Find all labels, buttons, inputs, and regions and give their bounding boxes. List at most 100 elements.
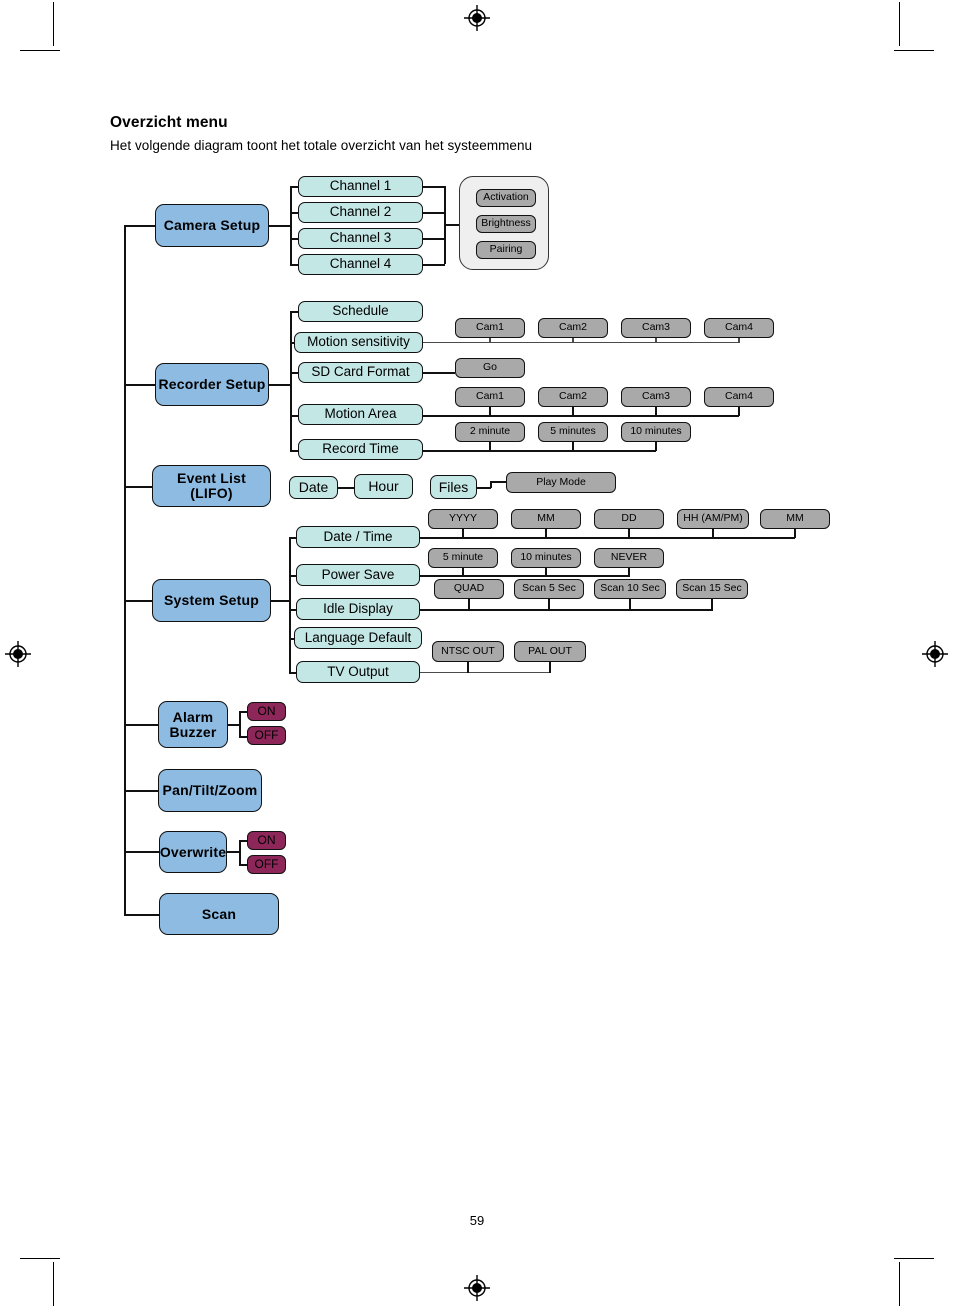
node-datetime-dd[interactable]: DD — [594, 509, 664, 529]
node-tv-ntsc[interactable]: NTSC OUT — [432, 641, 504, 662]
sd-card-format-out — [423, 372, 455, 374]
node-sd-card-go[interactable]: Go — [455, 358, 525, 378]
crop-mark-top-right-v — [899, 2, 901, 46]
node-tv-pal[interactable]: PAL OUT — [514, 641, 586, 662]
node-event-files[interactable]: Files — [430, 475, 477, 499]
crop-mark-bottom-left-v — [53, 1262, 55, 1306]
spine-to-system-setup — [124, 600, 152, 602]
node-datetime-mm[interactable]: MM — [511, 509, 581, 529]
datetime-drop-1 — [462, 529, 464, 538]
node-overwrite-off[interactable]: OFF — [247, 855, 286, 874]
node-play-mode[interactable]: Play Mode — [506, 472, 616, 493]
page-canvas: Overzicht menu Het volgende diagram toon… — [0, 0, 954, 1310]
node-powersave-10min[interactable]: 10 minutes — [511, 548, 581, 568]
node-motion-area-cam3[interactable]: Cam3 — [621, 387, 691, 407]
node-date-time[interactable]: Date / Time — [296, 526, 420, 548]
page-title: Overzicht menu — [110, 114, 228, 131]
spine-to-overwrite — [124, 851, 159, 853]
node-tv-output[interactable]: TV Output — [296, 661, 420, 683]
record-time-drop-1 — [489, 442, 491, 451]
node-event-hour[interactable]: Hour — [354, 474, 413, 499]
node-record-time-5min[interactable]: 5 minutes — [538, 422, 608, 442]
files-to-playmode-b — [490, 481, 507, 483]
motion-area-drop-4 — [738, 407, 740, 416]
node-motion-area-cam2[interactable]: Cam2 — [538, 387, 608, 407]
node-powersave-never[interactable]: NEVER — [594, 548, 664, 568]
record-time-drop-3 — [655, 442, 657, 451]
motion-area-drop-2 — [572, 407, 574, 416]
node-datetime-hh[interactable]: HH (AM/PM) — [677, 509, 749, 529]
node-recorder-setup[interactable]: Recorder Setup — [155, 363, 269, 406]
node-sd-card-format[interactable]: SD Card Format — [298, 362, 423, 383]
powersave-drop-2 — [545, 568, 547, 576]
system-bus — [289, 537, 291, 673]
registration-mark-right — [922, 641, 948, 667]
tv-drop-2 — [549, 662, 551, 673]
node-alarm-buzzer[interactable]: Alarm Buzzer — [158, 701, 228, 748]
node-language-default[interactable]: Language Default — [294, 627, 422, 649]
channel-4-out — [423, 264, 445, 266]
node-channel-1[interactable]: Channel 1 — [298, 176, 423, 197]
page-number: 59 — [469, 1213, 485, 1228]
registration-mark-bottom — [464, 1275, 490, 1301]
node-motion-sens-cam3[interactable]: Cam3 — [621, 318, 691, 338]
camera-setup-out — [269, 225, 291, 227]
node-activation[interactable]: Activation — [476, 189, 536, 207]
channel-2-out — [423, 212, 445, 214]
node-power-save[interactable]: Power Save — [296, 564, 420, 586]
idle-drop-2 — [548, 599, 550, 610]
node-idle-scan10[interactable]: Scan 10 Sec — [594, 579, 666, 599]
files-to-playmode-a — [477, 487, 491, 489]
node-schedule[interactable]: Schedule — [298, 301, 423, 322]
spine-to-event-list — [124, 486, 152, 488]
node-event-list[interactable]: Event List (LIFO) — [152, 465, 271, 507]
node-channel-4[interactable]: Channel 4 — [298, 254, 423, 275]
node-channel-2[interactable]: Channel 2 — [298, 202, 423, 223]
node-alarm-on[interactable]: ON — [247, 702, 286, 721]
node-channel-3[interactable]: Channel 3 — [298, 228, 423, 249]
node-scan[interactable]: Scan — [159, 893, 279, 935]
node-record-time[interactable]: Record Time — [298, 439, 423, 460]
recorder-bus — [290, 311, 292, 450]
node-idle-display[interactable]: Idle Display — [296, 598, 420, 620]
node-system-setup[interactable]: System Setup — [152, 579, 271, 622]
node-overwrite[interactable]: Overwrite — [159, 831, 227, 873]
node-record-time-10min[interactable]: 10 minutes — [621, 422, 691, 442]
datetime-drop-5 — [794, 529, 796, 538]
tv-output-bus — [420, 672, 551, 674]
node-event-date[interactable]: Date — [289, 476, 338, 499]
node-idle-quad[interactable]: QUAD — [434, 579, 504, 599]
idle-drop-4 — [711, 599, 713, 610]
node-motion-sens-cam4[interactable]: Cam4 — [704, 318, 774, 338]
node-datetime-mm2[interactable]: MM — [760, 509, 830, 529]
datetime-drop-4 — [712, 529, 714, 538]
crop-mark-bottom-left-h — [20, 1258, 60, 1260]
spine-to-pan-tilt-zoom — [124, 790, 158, 792]
motion-sens-bus — [423, 342, 739, 344]
node-idle-scan5[interactable]: Scan 5 Sec — [514, 579, 584, 599]
node-pan-tilt-zoom[interactable]: Pan/Tilt/Zoom — [158, 769, 262, 812]
record-time-drop-2 — [572, 442, 574, 451]
node-motion-area-cam1[interactable]: Cam1 — [455, 387, 525, 407]
spine-to-camera-setup — [124, 225, 155, 227]
node-motion-area-cam4[interactable]: Cam4 — [704, 387, 774, 407]
node-record-time-2min[interactable]: 2 minute — [455, 422, 525, 442]
powersave-drop-1 — [462, 568, 464, 576]
alarm-buzzer-bus — [239, 711, 241, 737]
node-pairing[interactable]: Pairing — [476, 241, 536, 259]
node-idle-scan15[interactable]: Scan 15 Sec — [676, 579, 748, 599]
node-motion-sensitivity[interactable]: Motion sensitivity — [294, 332, 423, 353]
crop-mark-top-left-h — [20, 50, 60, 52]
node-motion-area[interactable]: Motion Area — [298, 404, 423, 425]
motion-sens-drop-3 — [655, 338, 657, 343]
registration-mark-top — [464, 5, 490, 31]
node-camera-setup[interactable]: Camera Setup — [155, 204, 269, 247]
node-datetime-yyyy[interactable]: YYYY — [428, 509, 498, 529]
node-powersave-5min[interactable]: 5 minute — [428, 548, 498, 568]
camera-setup-options-panel: Activation Brightness Pairing — [459, 176, 549, 270]
node-alarm-off[interactable]: OFF — [247, 726, 286, 745]
node-overwrite-on[interactable]: ON — [247, 831, 286, 850]
node-motion-sens-cam1[interactable]: Cam1 — [455, 318, 525, 338]
node-motion-sens-cam2[interactable]: Cam2 — [538, 318, 608, 338]
node-brightness[interactable]: Brightness — [476, 215, 536, 233]
